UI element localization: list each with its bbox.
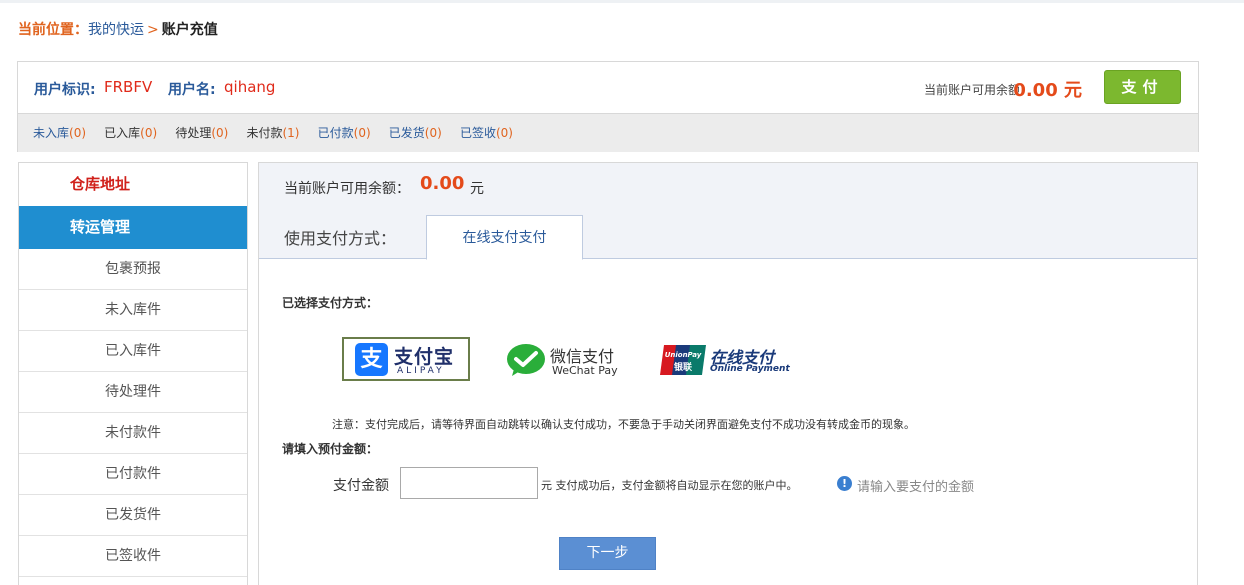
- breadcrumb-separator: >: [147, 22, 159, 38]
- alipay-name: 支付宝: [394, 346, 455, 368]
- status-name: 已签收: [459, 126, 496, 140]
- sidebar: 仓库地址 转运管理 包裹预报 未入库件 已入库件 待处理件 未付款件 已付款件 …: [18, 162, 248, 585]
- main-header: 当前账户可用余额： 0.00 元 使用支付方式： 在线支付支付: [259, 163, 1197, 260]
- alipay-name-en: ALIPAY: [397, 366, 445, 376]
- status-item-not-stored[interactable]: 未入库(0): [33, 114, 86, 153]
- balance-label: 当前账户可用余额: [923, 83, 1020, 97]
- user-name-label: 用户名:: [168, 82, 216, 98]
- sidebar-item-not-stored[interactable]: 未入库件: [19, 290, 247, 331]
- status-name: 未入库: [33, 126, 70, 140]
- status-count: (0): [495, 126, 513, 140]
- status-count: (0): [69, 126, 87, 140]
- sidebar-item-transport-management[interactable]: 转运管理: [19, 206, 247, 249]
- amount-field-label: 支付金额: [333, 478, 389, 494]
- status-item-shipped[interactable]: 已发货(0): [389, 114, 442, 153]
- payment-method-label: 使用支付方式：: [284, 229, 397, 248]
- available-balance-label: 当前账户可用余额：: [284, 181, 410, 197]
- selected-method-label: 已选择支付方式：: [282, 296, 379, 310]
- unionpay-option[interactable]: UnionPay 银联 在线支付 Online Payment: [660, 341, 790, 381]
- status-count: (0): [353, 126, 371, 140]
- amount-input[interactable]: [400, 467, 538, 499]
- amount-hint: 元 支付成功后，支付金额将自动显示在您的账户中。: [541, 479, 798, 492]
- sidebar-item-shipped[interactable]: 已发货件: [19, 495, 247, 536]
- prepay-amount-label: 请填入预付金额：: [282, 442, 379, 456]
- unionpay-name-en: Online Payment: [710, 364, 790, 374]
- wechat-pay-icon: [507, 344, 545, 376]
- info-icon: !: [837, 476, 852, 491]
- next-step-button[interactable]: 下一步: [559, 537, 656, 570]
- status-item-signed[interactable]: 已签收(0): [460, 114, 513, 153]
- top-divider: [0, 0, 1244, 3]
- user-info-row: 用户标识: FRBFV 用户名: qihang 当前账户可用余额 0.00 元 …: [18, 62, 1198, 113]
- balance-value: 0.00 元: [1013, 80, 1082, 101]
- status-count: (0): [211, 126, 229, 140]
- payment-notice: 注意：支付完成后，请等待界面自动跳转以确认支付成功，不要急于手动关闭界面避免支付…: [332, 418, 915, 431]
- user-info-panel: 用户标识: FRBFV 用户名: qihang 当前账户可用余额 0.00 元 …: [17, 61, 1199, 152]
- pay-button[interactable]: 支付: [1104, 70, 1181, 104]
- breadcrumb-current: 账户充值: [161, 22, 218, 38]
- breadcrumb-label: 当前位置：: [18, 22, 88, 38]
- unionpay-badge-top: UnionPay: [665, 351, 702, 359]
- sidebar-item-paid[interactable]: 已付款件: [19, 454, 247, 495]
- available-balance-value: 0.00: [420, 173, 465, 194]
- available-balance-unit: 元: [470, 181, 484, 197]
- user-id-label: 用户标识:: [34, 82, 96, 98]
- unionpay-badge-bottom: 银联: [674, 361, 693, 373]
- status-name: 已入库: [104, 126, 141, 140]
- status-name: 已发货: [388, 126, 425, 140]
- main-panel: 当前账户可用余额： 0.00 元 使用支付方式： 在线支付支付 已选择支付方式：…: [258, 162, 1198, 585]
- sidebar-item-unpaid[interactable]: 未付款件: [19, 413, 247, 454]
- status-count: (0): [140, 126, 158, 140]
- breadcrumb-link-my-express[interactable]: 我的快运: [88, 22, 144, 38]
- status-name: 未付款: [246, 126, 283, 140]
- unionpay-icon: UnionPay 银联: [660, 345, 706, 375]
- status-name: 已付款: [317, 126, 354, 140]
- wechat-pay-name-en: WeChat Pay: [552, 364, 618, 377]
- tab-online-payment[interactable]: 在线支付支付: [426, 215, 583, 260]
- status-item-pending[interactable]: 待处理(0): [175, 114, 228, 153]
- status-name: 待处理: [175, 126, 212, 140]
- breadcrumb: 当前位置：我的快运 > 账户充值: [18, 19, 218, 39]
- status-item-unpaid[interactable]: 未付款(1): [246, 114, 299, 153]
- user-name-value: qihang: [224, 78, 276, 96]
- user-id-value: FRBFV: [104, 78, 153, 96]
- status-bar: 未入库(0) 已入库(0) 待处理(0) 未付款(1) 已付款(0) 已发货(0…: [18, 113, 1198, 152]
- sidebar-item-package-forecast[interactable]: 包裹预报: [19, 249, 247, 290]
- alipay-option[interactable]: 支 支付宝 ALIPAY: [342, 337, 470, 381]
- sidebar-item-signed[interactable]: 已签收件: [19, 536, 247, 577]
- sidebar-item-pending[interactable]: 待处理件: [19, 372, 247, 413]
- alipay-icon: 支: [355, 343, 388, 376]
- status-count: (0): [424, 126, 442, 140]
- sidebar-item-warehouse-address[interactable]: 仓库地址: [19, 163, 247, 206]
- status-count: (1): [282, 126, 300, 140]
- sidebar-item-stored[interactable]: 已入库件: [19, 331, 247, 372]
- wechat-pay-option[interactable]: 微信支付 WeChat Pay: [506, 338, 626, 382]
- amount-validation-text: 请输入要支付的金额: [857, 480, 975, 495]
- status-item-stored[interactable]: 已入库(0): [104, 114, 157, 153]
- status-item-paid[interactable]: 已付款(0): [318, 114, 371, 153]
